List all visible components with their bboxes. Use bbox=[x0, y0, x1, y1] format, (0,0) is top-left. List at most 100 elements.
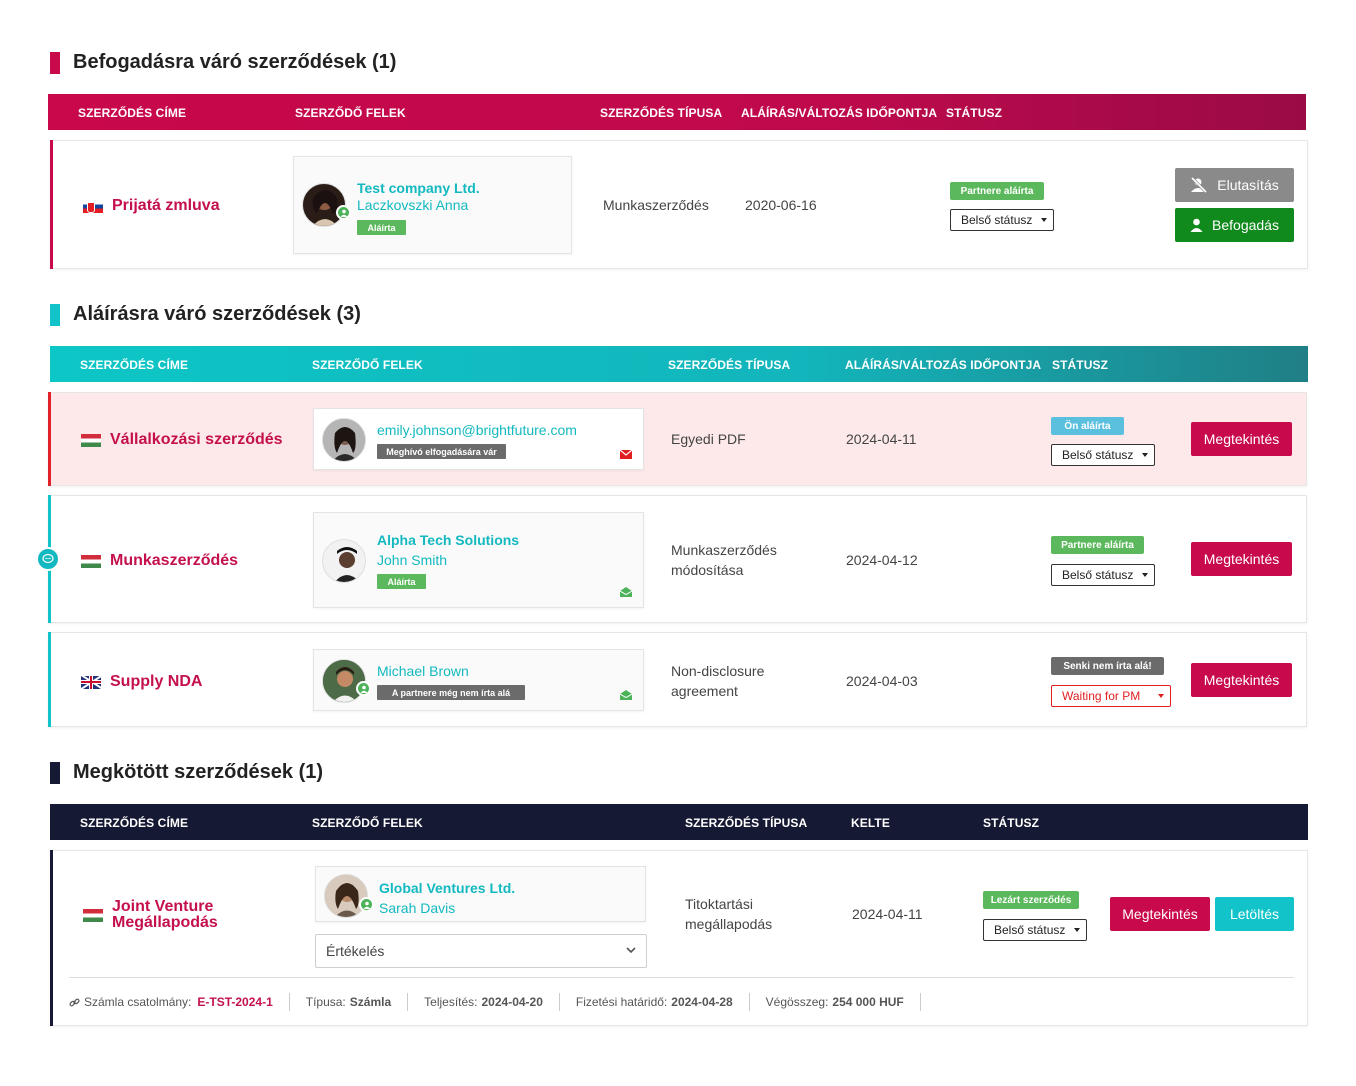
contract-type-line: agreement bbox=[671, 683, 738, 699]
internal-status-value: Waiting for PM bbox=[1062, 689, 1141, 703]
download-button[interactable]: Letöltés bbox=[1215, 897, 1294, 931]
contract-type: Munkaszerződés módosítása bbox=[671, 540, 777, 580]
avatar bbox=[322, 539, 366, 583]
accept-button[interactable]: Befogadás bbox=[1175, 208, 1294, 242]
header-parties: SZERZŐDŐ FELEK bbox=[312, 358, 423, 372]
internal-status-value: Belső státusz bbox=[961, 213, 1033, 227]
envelope-open-icon bbox=[620, 587, 632, 597]
contract-title[interactable]: Prijatá zmluva bbox=[112, 197, 220, 215]
contract-title[interactable]: Munkaszerződés bbox=[110, 552, 238, 570]
header-title: SZERZŐDÉS CÍME bbox=[78, 106, 187, 120]
chevron-down-icon bbox=[626, 947, 636, 954]
download-label: Letöltés bbox=[1229, 906, 1280, 922]
invoice-link[interactable]: E-TST-2024-1 bbox=[197, 995, 272, 1009]
evaluation-value: Értékelés bbox=[326, 943, 385, 959]
internal-status-select[interactable]: Belső státusz bbox=[983, 919, 1087, 941]
user-check-icon bbox=[336, 205, 351, 220]
invoice-due: Fizetési határidő: 2024-04-28 bbox=[560, 993, 750, 1011]
header-title: SZERZŐDÉS CÍME bbox=[80, 816, 189, 830]
envelope-open-icon bbox=[620, 690, 632, 700]
header-title: SZERZŐDÉS CÍME bbox=[80, 358, 189, 372]
contract-title-line[interactable]: Joint Venture bbox=[112, 899, 218, 915]
signed-tag: Aláírta bbox=[357, 220, 406, 235]
table-header: SZERZŐDÉS CÍME SZERZŐDŐ FELEK SZERZŐDÉS … bbox=[48, 94, 1306, 130]
caret-down-icon bbox=[1142, 573, 1148, 577]
internal-status-select[interactable]: Belső státusz bbox=[1051, 564, 1155, 586]
view-button[interactable]: Megtekintés bbox=[1110, 897, 1210, 931]
due-value: 2024-04-28 bbox=[671, 995, 733, 1009]
table-header: SZERZŐDÉS CÍME SZERZŐDŐ FELEK SZERZŐDÉS … bbox=[50, 804, 1308, 840]
contract-title-line[interactable]: Megállapodás bbox=[112, 915, 218, 931]
section-title-pending-acceptance: Befogadásra váró szerződések (1) bbox=[50, 51, 396, 74]
contract-title[interactable]: Joint Venture Megállapodás bbox=[112, 899, 218, 931]
view-button[interactable]: Megtekintés bbox=[1191, 663, 1292, 697]
view-button[interactable]: Megtekintés bbox=[1191, 422, 1292, 456]
contract-title-link[interactable]: Munkaszerződés bbox=[81, 552, 238, 570]
uk-flag-icon bbox=[81, 675, 101, 689]
contract-title[interactable]: Vállalkozási szerződés bbox=[110, 431, 283, 449]
status-badge: Partnere aláírta bbox=[1051, 536, 1144, 554]
section-marker bbox=[50, 761, 60, 784]
user-slash-icon bbox=[1191, 177, 1208, 193]
caret-down-icon bbox=[1074, 928, 1080, 932]
chat-bubble-icon[interactable] bbox=[36, 547, 60, 571]
header-type: SZERZŐDÉS TÍPUSA bbox=[600, 106, 723, 120]
party-card: Test company Ltd. Laczkovszki Anna Aláír… bbox=[293, 156, 572, 254]
contract-title-link[interactable]: Vállalkozási szerződés bbox=[81, 431, 283, 449]
invoice-footer: Számla csatolmány: E-TST-2024-1 Típusa: … bbox=[69, 993, 921, 1011]
slovakia-flag-icon bbox=[83, 199, 103, 213]
contract-type-line: Titoktartási bbox=[685, 896, 753, 912]
contract-type: Non-disclosure agreement bbox=[671, 661, 764, 701]
evaluation-select[interactable]: Értékelés bbox=[315, 934, 647, 968]
table-row: Munkaszerződés Alpha Tech Solutions John… bbox=[48, 495, 1307, 623]
contract-title-link[interactable]: Joint Venture Megállapodás bbox=[83, 899, 218, 931]
invoice-type: Típusa: Számla bbox=[290, 993, 409, 1011]
hungary-flag-icon bbox=[81, 433, 101, 447]
contract-type-line: módosítása bbox=[671, 562, 744, 578]
link-icon bbox=[69, 998, 80, 1006]
internal-status-value: Belső státusz bbox=[994, 923, 1066, 937]
view-label: Megtekintés bbox=[1203, 551, 1280, 567]
invoice-attachment: Számla csatolmány: E-TST-2024-1 bbox=[69, 993, 290, 1011]
invoice-type-label: Típusa: bbox=[305, 995, 346, 1009]
row-accent bbox=[50, 850, 53, 1026]
internal-status-select[interactable]: Belső státusz bbox=[1051, 444, 1155, 466]
contract-date: 2024-04-11 bbox=[852, 906, 923, 922]
party-card: Alpha Tech Solutions John Smith Aláírta bbox=[313, 512, 644, 608]
status-badge: Senki nem írta alá! bbox=[1051, 657, 1164, 675]
contract-title-link[interactable]: Supply NDA bbox=[81, 673, 202, 691]
avatar bbox=[324, 874, 368, 918]
view-button[interactable]: Megtekintés bbox=[1191, 542, 1292, 576]
section-marker bbox=[50, 303, 60, 326]
party-person: Sarah Davis bbox=[379, 900, 456, 916]
row-accent bbox=[48, 632, 51, 727]
hungary-flag-icon bbox=[83, 908, 103, 922]
internal-status-value: Belső státusz bbox=[1062, 448, 1134, 462]
party-person: John Smith bbox=[377, 552, 448, 568]
party-card: Michael Brown A partnere még nem írta al… bbox=[313, 649, 644, 711]
row-accent bbox=[50, 140, 53, 269]
fulfilment-label: Teljesítés: bbox=[424, 995, 478, 1009]
contract-type-line: megállapodás bbox=[685, 916, 773, 932]
section-marker bbox=[50, 51, 60, 74]
header-date: KELTE bbox=[851, 816, 890, 830]
party-person: Laczkovszki Anna bbox=[357, 197, 469, 213]
section-title-text: Megkötött szerződések (1) bbox=[73, 761, 324, 783]
contract-title[interactable]: Supply NDA bbox=[110, 673, 202, 691]
internal-status-select[interactable]: Belső státusz bbox=[950, 209, 1054, 231]
party-person: Michael Brown bbox=[377, 663, 469, 679]
contract-type: Egyedi PDF bbox=[671, 431, 746, 447]
header-type: SZERZŐDÉS TÍPUSA bbox=[668, 358, 791, 372]
party-email: emily.johnson@brightfuture.com bbox=[377, 422, 577, 438]
section-title-text: Befogadásra váró szerződések (1) bbox=[73, 51, 397, 73]
contract-type-line: Non-disclosure bbox=[671, 663, 765, 679]
avatar bbox=[322, 418, 366, 462]
user-check-icon bbox=[359, 897, 374, 912]
section-title-concluded: Megkötött szerződések (1) bbox=[50, 761, 323, 784]
contract-title-link[interactable]: Prijatá zmluva bbox=[83, 197, 220, 215]
contract-date: 2024-04-11 bbox=[846, 431, 917, 447]
internal-status-select[interactable]: Waiting for PM bbox=[1051, 685, 1171, 707]
reject-button[interactable]: Elutasítás bbox=[1175, 168, 1294, 202]
invite-pending-tag: Meghívó elfogadására vár bbox=[377, 444, 506, 459]
status-badge: Partnere aláírta bbox=[950, 182, 1044, 200]
